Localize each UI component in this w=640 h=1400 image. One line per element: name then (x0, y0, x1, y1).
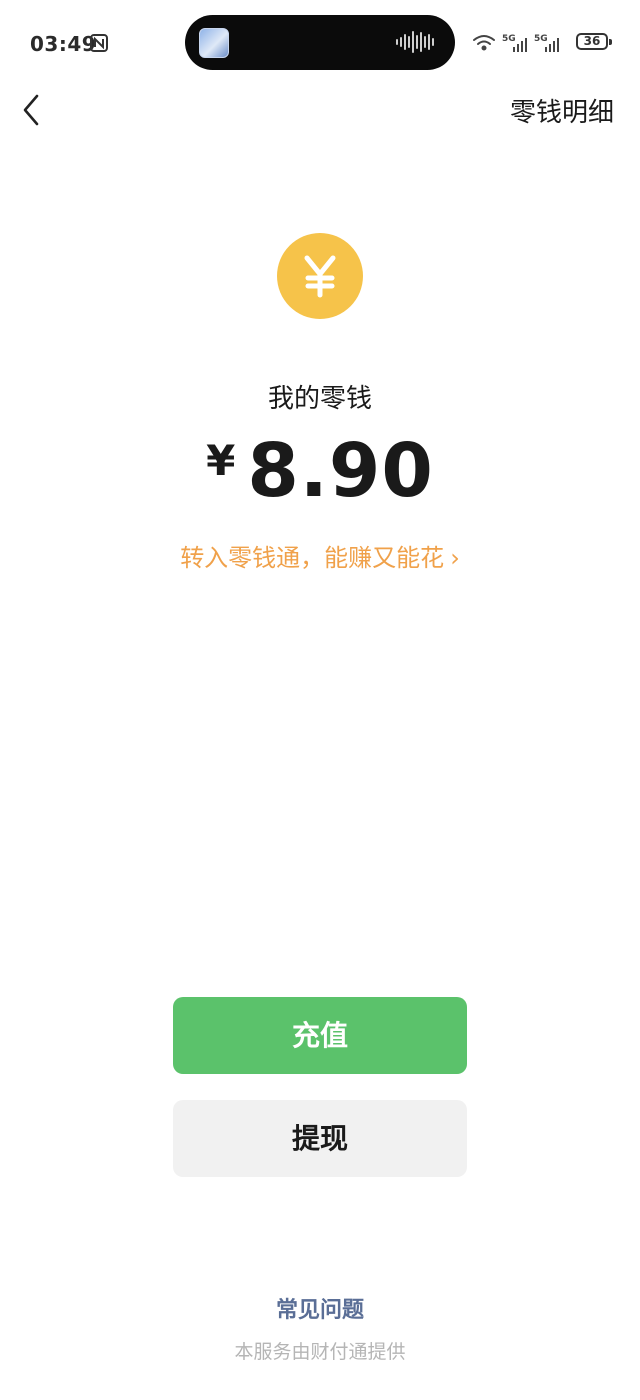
balance-amount-row: ¥8.90 (0, 428, 640, 514)
status-time: 03:49 (30, 32, 97, 56)
audio-wave-icon (396, 31, 434, 53)
network-type-2: 5G (534, 34, 548, 44)
yuan-coin-icon (277, 233, 363, 319)
wifi-icon (473, 35, 495, 51)
dynamic-island[interactable] (185, 15, 455, 70)
balance-amount: 8.90 (247, 428, 434, 514)
battery-icon: 36 (576, 33, 612, 50)
status-bar: 03:49 5G 5G 36 (0, 0, 640, 86)
withdraw-button[interactable]: 提现 (173, 1100, 467, 1177)
promo-text: 转入零钱通，能赚又能花 (180, 544, 445, 572)
balance-label: 我的零钱 (267, 384, 372, 414)
back-button[interactable] (18, 92, 48, 128)
service-provider-note: 本服务由财付通提供 (234, 1341, 406, 1363)
network-type-1: 5G (502, 34, 516, 44)
lingqiantong-promo-link[interactable]: 转入零钱通，能赚又能花 › (0, 538, 640, 573)
app-thumbnail-icon (199, 28, 229, 58)
faq-link[interactable]: 常见问题 (0, 1292, 640, 1324)
wallet-change-page: 03:49 5G 5G 36 零钱明细 我的零钱 ¥ 8.90 转入零钱通，能赚… (0, 0, 640, 1400)
recharge-button[interactable]: 充值 (173, 997, 467, 1074)
nfc-icon (90, 34, 108, 52)
chevron-right-icon: › (450, 544, 460, 572)
currency-symbol: ¥ (206, 436, 236, 485)
change-detail-link[interactable]: 零钱明细 (510, 92, 614, 129)
chevron-left-icon (23, 94, 39, 126)
